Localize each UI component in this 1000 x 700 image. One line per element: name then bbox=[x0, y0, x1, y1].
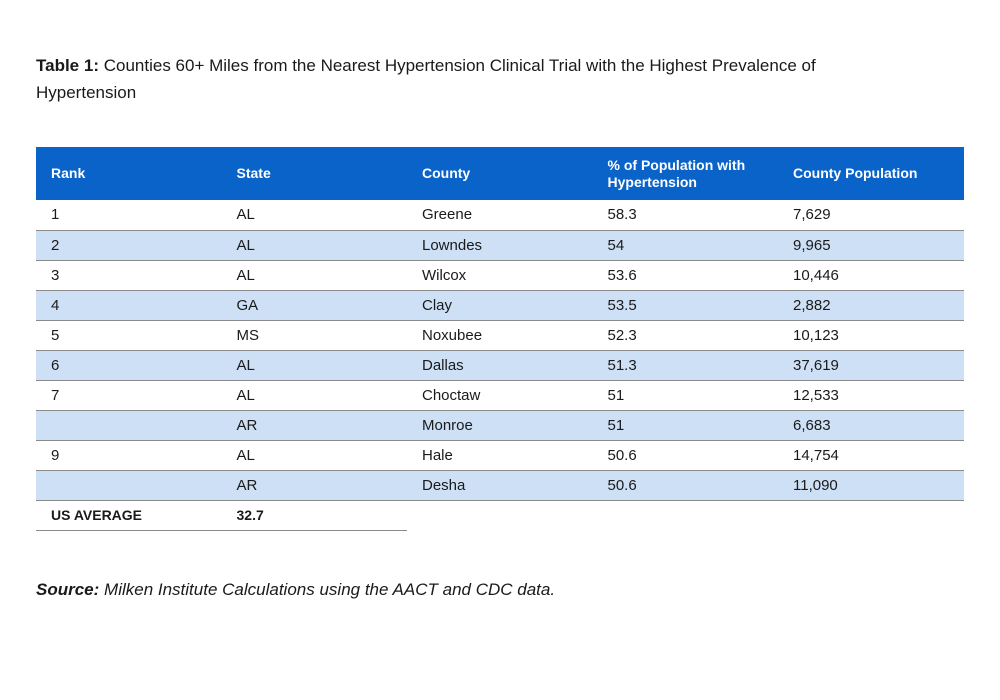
cell-hypertension-pct: 51 bbox=[592, 410, 778, 441]
cell-county: Lowndes bbox=[407, 230, 593, 261]
cell-rank: 4 bbox=[36, 290, 222, 321]
empty-cell bbox=[593, 500, 779, 530]
cell-hypertension-pct: 52.3 bbox=[592, 320, 778, 351]
cell-state: AL bbox=[221, 350, 407, 381]
table-body: 1 AL Greene 58.3 7,629 2 AL Lowndes 54 9… bbox=[36, 200, 964, 531]
cell-hypertension-pct: 53.5 bbox=[592, 290, 778, 321]
cell-rank bbox=[36, 410, 222, 441]
cell-county-population: 9,965 bbox=[778, 230, 964, 261]
cell-county-population: 11,090 bbox=[778, 470, 964, 501]
header-county: County bbox=[422, 165, 471, 181]
cell-rank: 6 bbox=[36, 350, 222, 381]
cell-rank: 2 bbox=[36, 230, 222, 261]
us-average-row: US AVERAGE 32.7 bbox=[36, 500, 964, 531]
cell-state: AL bbox=[221, 200, 407, 231]
cell-county-population: 37,619 bbox=[778, 350, 964, 381]
cell-hypertension-pct: 53.6 bbox=[592, 260, 778, 291]
cell-county: Clay bbox=[407, 290, 593, 321]
cell-state: AL bbox=[221, 440, 407, 471]
cell-state: AR bbox=[221, 410, 407, 441]
cell-rank: 5 bbox=[36, 320, 222, 351]
cell-state: AR bbox=[221, 470, 407, 501]
cell-state: AL bbox=[221, 260, 407, 291]
table-caption: Table 1: Counties 60+ Miles from the Nea… bbox=[36, 52, 896, 106]
table-row: 4 GA Clay 53.5 2,882 bbox=[36, 290, 964, 321]
table-row: 9 AL Hale 50.6 14,754 bbox=[36, 440, 964, 471]
cell-rank: 3 bbox=[36, 260, 222, 291]
source-text: Milken Institute Calculations using the … bbox=[104, 580, 556, 599]
empty-cell bbox=[778, 500, 964, 530]
cell-rank bbox=[36, 470, 222, 501]
cell-hypertension-pct: 50.6 bbox=[592, 470, 778, 501]
empty-cell bbox=[407, 500, 593, 530]
cell-county: Monroe bbox=[407, 410, 593, 441]
cell-county-population: 2,882 bbox=[778, 290, 964, 321]
cell-county-population: 7,629 bbox=[778, 200, 964, 231]
cell-county: Noxubee bbox=[407, 320, 593, 351]
header-rank: Rank bbox=[51, 165, 86, 181]
us-average-value: 32.7 bbox=[221, 500, 407, 531]
table-row: 6 AL Dallas 51.3 37,619 bbox=[36, 350, 964, 381]
cell-hypertension-pct: 51 bbox=[592, 380, 778, 411]
cell-county-population: 10,446 bbox=[778, 260, 964, 291]
cell-rank: 1 bbox=[36, 200, 222, 231]
header-state: State bbox=[236, 165, 271, 181]
cell-county: Choctaw bbox=[407, 380, 593, 411]
header-hypertension-pct: % of Population with Hypertension bbox=[607, 156, 746, 190]
table-row: AR Monroe 51 6,683 bbox=[36, 410, 964, 441]
cell-hypertension-pct: 58.3 bbox=[592, 200, 778, 231]
table-row: AR Desha 50.6 11,090 bbox=[36, 470, 964, 501]
cell-state: MS bbox=[221, 320, 407, 351]
cell-county: Wilcox bbox=[407, 260, 593, 291]
cell-county-population: 14,754 bbox=[778, 440, 964, 471]
cell-rank: 7 bbox=[36, 380, 222, 411]
source-note: Source: Milken Institute Calculations us… bbox=[36, 580, 555, 600]
caption-text: Counties 60+ Miles from the Nearest Hype… bbox=[36, 56, 816, 102]
header-county-population: County Population bbox=[793, 165, 918, 181]
table-container: Rank State County % of Population with H… bbox=[36, 147, 964, 531]
source-label: Source: bbox=[36, 580, 100, 599]
table-row: 3 AL Wilcox 53.6 10,446 bbox=[36, 260, 964, 291]
cell-county: Hale bbox=[407, 440, 593, 471]
table-row: 7 AL Choctaw 51 12,533 bbox=[36, 380, 964, 411]
cell-county-population: 10,123 bbox=[778, 320, 964, 351]
table-header: Rank State County % of Population with H… bbox=[36, 147, 964, 200]
cell-state: GA bbox=[221, 290, 407, 321]
cell-rank: 9 bbox=[36, 440, 222, 471]
cell-county-population: 6,683 bbox=[778, 410, 964, 441]
table-row: 5 MS Noxubee 52.3 10,123 bbox=[36, 320, 964, 351]
cell-county: Greene bbox=[407, 200, 593, 231]
cell-state: AL bbox=[221, 230, 407, 261]
cell-hypertension-pct: 50.6 bbox=[592, 440, 778, 471]
header-row: Rank State County % of Population with H… bbox=[36, 147, 964, 200]
cell-hypertension-pct: 51.3 bbox=[592, 350, 778, 381]
table-row: 1 AL Greene 58.3 7,629 bbox=[36, 200, 964, 231]
cell-state: AL bbox=[221, 380, 407, 411]
cell-hypertension-pct: 54 bbox=[592, 230, 778, 261]
cell-county: Desha bbox=[407, 470, 593, 501]
table-row: 2 AL Lowndes 54 9,965 bbox=[36, 230, 964, 261]
data-table: Rank State County % of Population with H… bbox=[36, 147, 964, 531]
us-average-label: US AVERAGE bbox=[36, 500, 222, 531]
cell-county: Dallas bbox=[407, 350, 593, 381]
cell-county-population: 12,533 bbox=[778, 380, 964, 411]
caption-label: Table 1: bbox=[36, 56, 99, 75]
